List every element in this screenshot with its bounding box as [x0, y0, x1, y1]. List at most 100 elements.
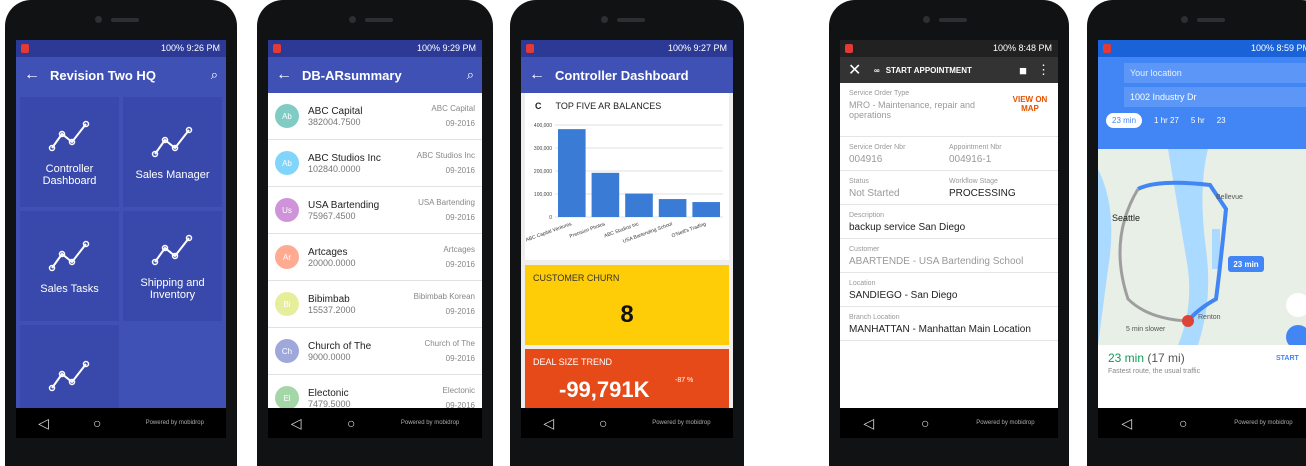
chart-bar[interactable] [591, 172, 620, 217]
back-arrow-icon[interactable]: ← [529, 66, 555, 84]
deal-label: DEAL SIZE TREND [533, 357, 613, 367]
order-nbr-value[interactable]: 004916 [849, 154, 949, 165]
speaker [939, 18, 967, 22]
notification-icon [526, 44, 534, 53]
description-field[interactable]: Description backup service San Diego [840, 205, 1058, 239]
dashboard-tile[interactable]: Controller Dashboard [20, 97, 119, 207]
back-nav-icon[interactable]: ◁ [1121, 415, 1132, 432]
status-time: 100% 8:48 PM [992, 43, 1052, 53]
powered-by: Powered by mobidrop [400, 420, 460, 426]
branch-field[interactable]: Branch Location MANHATTAN - Manhattan Mai… [840, 307, 1058, 341]
to-field[interactable]: 1002 Industry Dr [1124, 87, 1306, 107]
list-item[interactable]: Ar Artcages 20000.0000 Artcages 09-2016 [268, 234, 482, 281]
close-icon[interactable]: ✕ [848, 60, 874, 80]
list-item[interactable]: Us USA Bartending 75967.4500 USA Bartending… [268, 187, 482, 234]
item-account: ABC Studios Inc [416, 151, 475, 160]
item-name: Electonic [308, 387, 349, 399]
phone-maps: 100% 8:59 PM Your location 1002 Industry… [1087, 0, 1306, 466]
customer-value: ABARTENDE - USA Bartending School [849, 256, 1024, 267]
view-on-map-link[interactable]: VIEW ON MAP [1010, 95, 1050, 113]
start-button[interactable]: START [1276, 355, 1299, 362]
deal-size-card[interactable]: DEAL SIZE TREND -99,791K -87 % [525, 349, 729, 409]
chart-bar[interactable] [625, 193, 653, 217]
directions-bar: Your location 1002 Industry Dr 23 min 1 h… [1098, 57, 1306, 149]
nav-bar: ◁ ○ Powered by mobidrop [16, 408, 226, 438]
camera [1181, 16, 1188, 23]
home-nav-icon[interactable]: ○ [1179, 415, 1187, 431]
order-numbers: Service Order Nbr 004916 Appointment Nbr 0… [840, 137, 1058, 171]
travel-mode-option[interactable]: 23 min [1106, 113, 1143, 128]
chart-bar[interactable] [658, 199, 687, 217]
avatar: Ab [275, 151, 299, 175]
avatar: El [275, 386, 299, 410]
item-main: Bibimbab 15537.2000 [308, 294, 414, 315]
search-icon[interactable]: ⌕ [211, 67, 218, 83]
from-field[interactable]: Your location [1124, 63, 1306, 83]
refresh-icon[interactable]: C [535, 101, 542, 111]
camera [349, 16, 356, 23]
order-type-field[interactable]: Service Order Type MRO - Maintenance, re… [840, 83, 1058, 137]
back-nav-icon[interactable]: ◁ [291, 415, 302, 432]
item-value: 382004.7500 [308, 116, 361, 127]
item-period: 09-2016 [445, 213, 475, 222]
dashboard-tiles: Controller Dashboard Sales Manager Sales T… [16, 93, 226, 438]
list-item[interactable]: Bi Bibimbab 15537.2000 Bibimbab Korean 09-20… [268, 281, 482, 328]
route-subtitle: Fastest route, the usual traffic [1108, 368, 1201, 375]
status-bar: 100% 9:29 PM [268, 40, 482, 57]
item-account: Artcages [443, 245, 475, 254]
list-item[interactable]: Ab ABC Capital 382004.7500 ABC Capital 09-20… [268, 93, 482, 140]
back-nav-icon[interactable]: ◁ [38, 415, 49, 432]
status-value[interactable]: Not Started [849, 188, 949, 199]
churn-value: 8 [620, 301, 634, 328]
y-tick-label: 200,000 [534, 169, 552, 175]
location-field[interactable]: Location SANDIEGO - San Diego [840, 273, 1058, 307]
item-name: Artcages [308, 246, 348, 258]
home-nav-icon[interactable]: ○ [599, 415, 607, 431]
status-bar: 100% 8:59 PM [1098, 40, 1306, 57]
home-nav-icon[interactable]: ○ [347, 415, 355, 431]
churn-card[interactable]: CUSTOMER CHURN 8 [525, 265, 729, 345]
page-title: START APPOINTMENT [885, 65, 972, 75]
more-icon[interactable]: ⋮ [1037, 62, 1050, 78]
travel-mode-option[interactable]: 1 hr 27 [1154, 116, 1179, 125]
status-label: Status [849, 178, 869, 185]
branch-value: MANHATTAN - Manhattan Main Location [849, 324, 1031, 335]
location-value: SANDIEGO - San Diego [849, 290, 958, 301]
city-label-renton: Renton [1198, 314, 1221, 321]
route-map[interactable]: 23 min Seattle Bellevue Renton 5 min slo… [1098, 149, 1306, 345]
item-name: USA Bartending [308, 199, 380, 211]
trend-chart-icon [151, 232, 195, 277]
list-item[interactable]: Ab ABC Studios Inc 102840.0000 ABC Studios … [268, 140, 482, 187]
chart-bar[interactable] [692, 202, 720, 217]
camera [601, 16, 608, 23]
back-nav-icon[interactable]: ◁ [863, 415, 874, 432]
back-nav-icon[interactable]: ◁ [543, 415, 554, 432]
list-item[interactable]: Ch Church of The 9000.0000 Church of The 09-… [268, 328, 482, 375]
home-nav-icon[interactable]: ○ [921, 415, 929, 431]
app-bar: ✕ ∞ START APPOINTMENT ■ ⋮ [840, 57, 1058, 83]
back-arrow-icon[interactable]: ← [276, 66, 302, 84]
appt-nbr-label: Appointment Nbr [949, 144, 1002, 151]
search-icon[interactable]: ⌕ [467, 67, 474, 83]
dashboard-tile[interactable]: Sales Manager [123, 97, 222, 207]
chart-bar[interactable] [558, 129, 586, 217]
item-meta: USA Bartending 09-2016 [418, 195, 475, 225]
stage-value[interactable]: PROCESSING [949, 188, 1049, 199]
dashboard-tile[interactable]: Sales Tasks [20, 211, 119, 321]
delete-icon[interactable]: ■ [1019, 63, 1027, 78]
travel-mode-option[interactable]: 23 [1217, 116, 1226, 125]
back-arrow-icon[interactable]: ← [24, 66, 50, 84]
customer-field[interactable]: Customer ABARTENDE - USA Bartending Schoo… [840, 239, 1058, 273]
home-nav-icon[interactable]: ○ [93, 415, 101, 431]
appt-nbr-value[interactable]: 004916-1 [949, 154, 1049, 165]
description-label: Description [849, 212, 885, 219]
item-period: 09-2016 [445, 260, 475, 269]
notification-icon [845, 44, 853, 53]
dashboard-tile[interactable]: Shipping and Inventory [123, 211, 222, 321]
trend-chart-icon [48, 118, 92, 163]
travel-mode-option[interactable]: 5 hr [1191, 116, 1205, 125]
avatar: Ch [275, 339, 299, 363]
description-value: backup service San Diego [849, 222, 966, 233]
item-account: Bibimbab Korean [413, 292, 475, 301]
status-time: 100% 9:27 PM [667, 43, 727, 53]
